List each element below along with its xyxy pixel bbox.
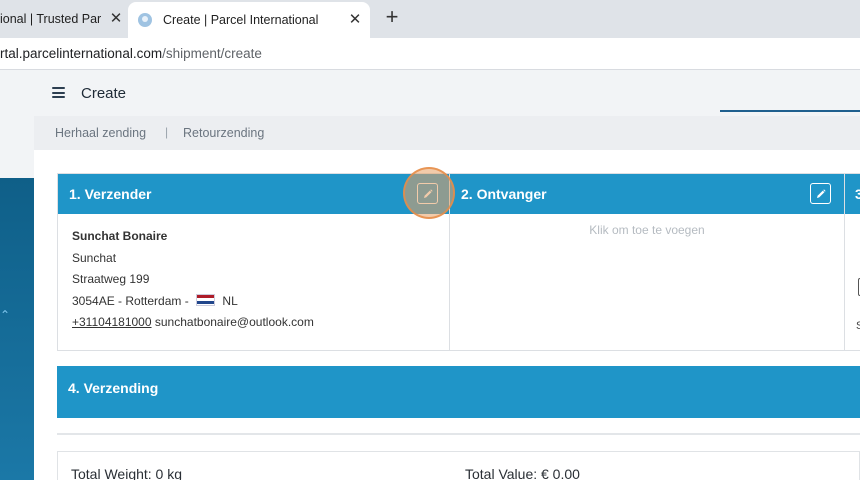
action-bar [34, 116, 860, 150]
netherlands-flag-icon [196, 293, 216, 306]
new-tab-button[interactable]: + [380, 5, 404, 29]
receiver-heading: 2. Ontvanger [461, 186, 547, 202]
sender-details: Sunchat Bonaire Sunchat Straatweg 199 30… [58, 214, 449, 350]
shipping-section-header[interactable]: 4. Verzending [57, 366, 860, 418]
close-tab-icon[interactable]: ✕ [107, 10, 125, 28]
app-sidebar [0, 178, 34, 480]
total-value: Total Value: € 0.00 [465, 466, 580, 480]
browser-tab-active[interactable]: Create | Parcel International ✕ [128, 2, 370, 38]
receiver-card[interactable]: 2. Ontvanger Klik om toe te voegen [450, 173, 845, 351]
total-weight: Total Weight: 0 kg [71, 466, 183, 480]
third-card-header: 3 [845, 174, 860, 214]
sender-city-line: 3054AE - Rotterdam - NL [72, 293, 435, 315]
hamburger-menu-icon[interactable] [52, 87, 65, 98]
sender-city: 3054AE - Rotterdam - [72, 293, 189, 308]
sender-card-header: 1. Verzender [58, 174, 449, 214]
sender-contact: +31104181000 sunchatbonaire@outlook.com [72, 314, 435, 336]
tab-title: ional | Trusted Partner [0, 12, 101, 26]
shipping-heading: 4. Verzending [68, 380, 159, 396]
sender-name: Sunchat Bonaire [72, 229, 168, 243]
edit-receiver-button[interactable] [810, 183, 831, 204]
repeat-shipment-link[interactable]: Herhaal zending [55, 126, 146, 140]
sender-email: sunchatbonaire@outlook.com [154, 315, 314, 329]
chevron-up-icon[interactable]: ⌃ [0, 308, 10, 322]
page-title: Create [81, 85, 127, 102]
browser-tab-bar: ional | Trusted Partner ✕ Create | Parce… [0, 0, 860, 38]
breadcrumb-separator: | [165, 125, 169, 139]
sender-card: 1. Verzender Sunchat Bonaire Sunchat Str… [57, 173, 450, 351]
url-path: /shipment/create [162, 46, 262, 61]
sender-country: NL [222, 293, 238, 308]
site-favicon-icon [138, 13, 152, 27]
click-highlight-ring [403, 167, 455, 219]
third-heading: 3 [855, 186, 860, 202]
address-bar[interactable]: rtal.parcelinternational.com/shipment/cr… [0, 38, 860, 70]
url-host: rtal.parcelinternational.com [0, 46, 163, 61]
sidebar-top [0, 70, 34, 178]
browser-tab-inactive[interactable]: ional | Trusted Partner ✕ [0, 2, 128, 36]
third-card-text: S [856, 320, 860, 332]
url-text[interactable]: rtal.parcelinternational.com/shipment/cr… [0, 46, 262, 61]
divider [57, 433, 860, 435]
header-underline [720, 110, 860, 112]
sender-street: Straatweg 199 [72, 272, 150, 286]
close-tab-icon[interactable]: ✕ [346, 11, 364, 29]
sender-heading: 1. Verzender [69, 186, 152, 202]
sender-company: Sunchat [72, 250, 117, 265]
sender-phone[interactable]: +31104181000 [72, 315, 152, 329]
pencil-icon [816, 188, 826, 198]
receiver-card-header: 2. Ontvanger [450, 174, 844, 214]
add-receiver-placeholder[interactable]: Klik om toe te voegen [450, 223, 844, 237]
tab-title: Create | Parcel International [163, 13, 319, 27]
return-shipment-link[interactable]: Retourzending [183, 126, 264, 140]
